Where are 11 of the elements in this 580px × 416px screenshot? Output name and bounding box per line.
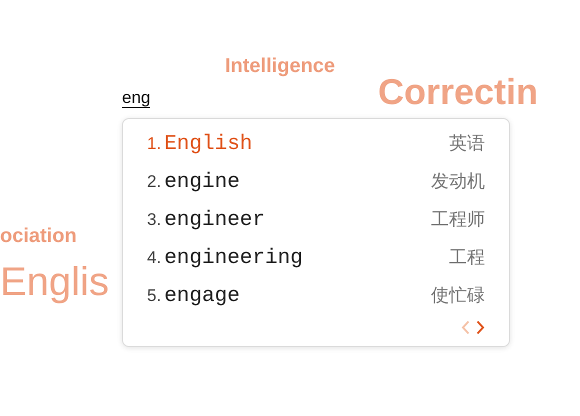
- candidate-item[interactable]: 4.engineering 工程: [147, 242, 485, 280]
- background-word: Intelligence: [225, 56, 336, 76]
- background-word: ociation: [0, 226, 77, 246]
- candidate-item[interactable]: 3.engineer 工程师: [147, 204, 485, 242]
- candidate-item[interactable]: 5.engage 使忙碌: [147, 280, 485, 318]
- background-word: Correctin: [378, 74, 538, 110]
- candidate-item[interactable]: 2.engine 发动机: [147, 166, 485, 204]
- next-page-icon[interactable]: [476, 320, 485, 335]
- candidate-item[interactable]: 1.English 英语: [147, 128, 485, 166]
- input-field[interactable]: eng: [122, 88, 150, 108]
- background-word: Englis: [0, 262, 109, 302]
